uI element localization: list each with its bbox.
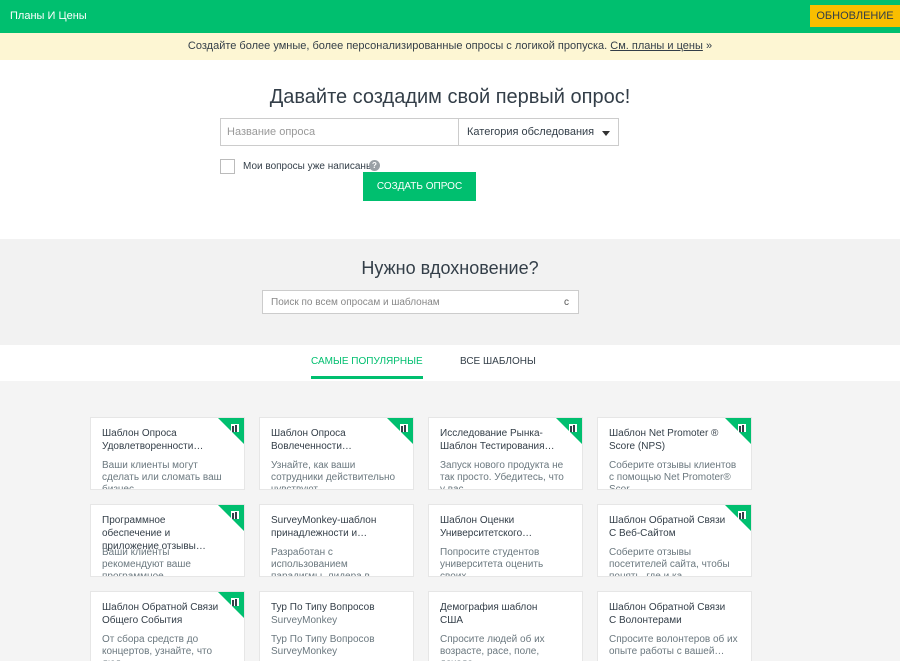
template-description: Попросите студентов университета оценить… [440, 547, 544, 577]
template-title: SurveyMonkey-шаблон принадлежности и… [271, 515, 377, 539]
template-search-input[interactable] [263, 291, 553, 313]
template-card[interactable]: Шаблон Опроса Вовлеченности… Узнайте, ка… [259, 417, 414, 490]
template-card[interactable]: Шаблон Обратной Связи Общего События От … [90, 591, 245, 661]
chevron-down-icon [602, 131, 610, 136]
template-badge-icon [218, 505, 244, 531]
tab-most-popular[interactable]: САМЫЕ ПОПУЛЯРНЫЕ [311, 356, 423, 379]
template-description: Запуск нового продукта не так просто. Уб… [440, 460, 564, 490]
template-badge-icon [556, 418, 582, 444]
inspiration-section: Нужно вдохновение? с [0, 239, 900, 345]
create-survey-button[interactable]: СОЗДАТЬ ОПРОС [363, 172, 476, 201]
template-title: Демография шаблон США [440, 602, 538, 626]
template-description: Спросите волонтеров об их опыте работы с… [609, 634, 738, 657]
top-bar: Планы И Цены ОБНОВЛЕНИЕ [0, 0, 900, 33]
template-card[interactable]: Программное обеспечение и приложение отз… [90, 504, 245, 577]
template-title: Шаблон Обратной Связи С Волонтерами [609, 602, 726, 626]
category-label: Категория обследования [467, 126, 595, 138]
template-description: От сбора средств до концертов, узнайте, … [102, 634, 213, 661]
promo-arrow: » [705, 40, 713, 52]
template-badge-icon [725, 418, 751, 444]
template-search: с [262, 290, 579, 314]
template-description: Спросите людей об их возрасте, расе, пол… [440, 634, 545, 661]
survey-category-select[interactable]: Категория обследования [459, 118, 619, 146]
template-description: Узнайте, как ваши сотрудники действитель… [271, 460, 396, 490]
template-description-line: Тур По Типу Вопросов [271, 634, 375, 645]
template-card[interactable]: Шаблон Net Promoter ® Score (NPS) Собери… [597, 417, 752, 490]
template-description: Ваши клиенты могут сделать или сломать в… [102, 460, 222, 490]
template-card[interactable]: SurveyMonkey-шаблон принадлежности и… Ра… [259, 504, 414, 577]
template-title: Шаблон Net Promoter ® Score (NPS) [609, 428, 719, 452]
template-title: Исследование Рынка-Шаблон Тестирования… [440, 428, 555, 452]
template-description: Ваши клиенты рекомендуют ваше программно… [102, 547, 191, 577]
search-icon[interactable]: с [564, 297, 569, 308]
help-icon[interactable]: ? [369, 160, 380, 171]
template-card[interactable]: Шаблон Оценки Университетского… Попросит… [428, 504, 583, 577]
template-card[interactable]: Демография шаблон США Спросите людей об … [428, 591, 583, 661]
template-title-line: Тур По Типу Вопросов [271, 602, 375, 613]
promo-text: Создайте более умные, более персонализир… [187, 40, 608, 52]
template-card[interactable]: Шаблон Обратной Связи С Волонтерами Спро… [597, 591, 752, 661]
inspiration-heading: Нужно вдохновение? [361, 258, 539, 278]
create-heading: Давайте создадим свой первый опрос! [269, 86, 631, 108]
template-grid: Шаблон Опроса Удовлетворенности… Ваши кл… [0, 381, 900, 661]
template-card[interactable]: Тур По Типу Вопросов SurveyMonkey Тур По … [259, 591, 414, 661]
template-title: Тур По Типу Вопросов SurveyMonkey [271, 601, 389, 627]
template-title: Шаблон Обратной Связи С Веб-Сайтом [609, 515, 726, 539]
template-description: Соберите отзывы клиентов с помощью Net P… [609, 460, 737, 490]
template-badge-icon [725, 505, 751, 531]
template-title-sub: SurveyMonkey [271, 615, 338, 626]
promo-banner: Создайте более умные, более персонализир… [0, 33, 900, 60]
template-description: Соберите отзывы посетителей сайта, чтобы… [609, 547, 730, 577]
tab-all-templates[interactable]: ВСЕ ШАБЛОНЫ [460, 356, 536, 379]
template-title: Шаблон Оценки Университетского… [440, 515, 533, 539]
template-card[interactable]: Шаблон Обратной Связи С Веб-Сайтом Собер… [597, 504, 752, 577]
template-description: Тур По Типу Вопросов SurveyMonkey [271, 634, 401, 658]
survey-name-input[interactable] [220, 118, 459, 146]
template-title: Шаблон Опроса Удовлетворенности… [102, 428, 204, 452]
template-badge-icon [218, 418, 244, 444]
template-description-sub: SurveyMonkey [271, 646, 338, 657]
template-badge-icon [218, 592, 244, 618]
template-tabs: САМЫЕ ПОПУЛЯРНЫЕ ВСЕ ШАБЛОНЫ [0, 345, 900, 381]
plans-and-pricing-link[interactable]: Планы И Цены [10, 10, 87, 22]
create-survey-section: Давайте создадим свой первый опрос! Кате… [0, 60, 900, 239]
questions-written-checkbox[interactable] [220, 159, 235, 174]
template-description: Разработан с использованием парадигмы, л… [271, 547, 380, 577]
upgrade-button[interactable]: ОБНОВЛЕНИЕ [810, 5, 900, 27]
template-title: Шаблон Обратной Связи Общего События [102, 602, 219, 626]
questions-written-label: Мои вопросы уже написаны. [243, 161, 376, 172]
template-card[interactable]: Шаблон Опроса Удовлетворенности… Ваши кл… [90, 417, 245, 490]
template-title: Шаблон Опроса Вовлеченности… [271, 428, 352, 452]
plans-pricing-link[interactable]: См. планы и цены [610, 40, 703, 52]
template-card[interactable]: Исследование Рынка-Шаблон Тестирования… … [428, 417, 583, 490]
template-badge-icon [387, 418, 413, 444]
